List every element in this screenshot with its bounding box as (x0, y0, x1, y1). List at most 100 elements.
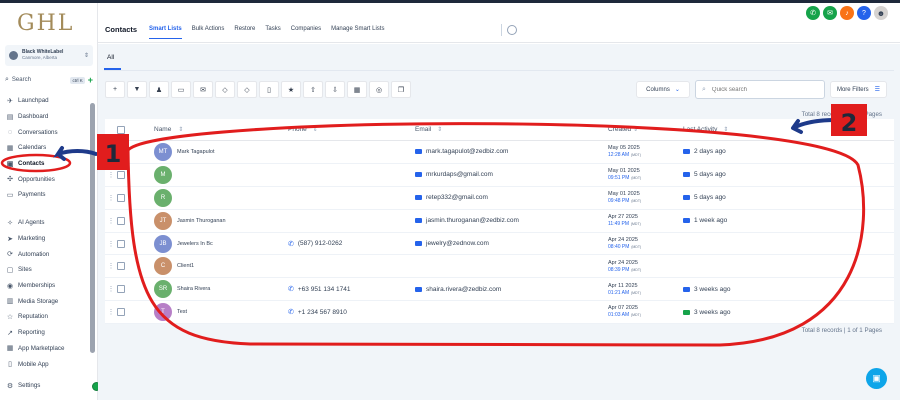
contact-email[interactable]: jasmin.thuroganan@zedbiz.com (426, 217, 519, 224)
sidebar-item-media-storage[interactable]: ▥ Media Storage (0, 293, 90, 309)
tab-bulk-actions[interactable]: Bulk Actions (192, 26, 225, 39)
drag-handle-icon[interactable]: ⋮ (105, 194, 117, 202)
row-checkbox[interactable] (117, 262, 125, 271)
tab-companies[interactable]: Companies (291, 26, 321, 39)
contact-name[interactable]: Jasmin Thuroganan (177, 218, 226, 224)
name-cell[interactable]: R (154, 188, 288, 207)
table-row[interactable]: ⋮ JT Jasmin Thuroganan jasmin.thuroganan@ze… (105, 210, 894, 233)
phone-icon[interactable]: ✆ (806, 6, 820, 20)
tab-tasks[interactable]: Tasks (265, 26, 280, 39)
select-all-checkbox[interactable] (117, 125, 125, 134)
bell-icon[interactable]: ♪ (840, 6, 854, 20)
contact-email[interactable]: jewelry@zednow.com (426, 240, 489, 247)
contact-phone[interactable]: (587) 912-0262 (298, 240, 342, 247)
sidebar-item-mobile-app[interactable]: ▯ Mobile App (0, 356, 90, 372)
filter-button[interactable]: ▼ (127, 81, 147, 98)
merge-button[interactable]: ❐ (391, 81, 411, 98)
drag-handle-icon[interactable]: ⋮ (105, 148, 117, 156)
account-switcher[interactable]: Black WhiteLabel Canmore, Alberta ⇕ (5, 45, 93, 66)
name-cell[interactable]: C Client1 (154, 257, 288, 276)
row-checkbox[interactable] (117, 216, 125, 225)
sidebar-item-marketing[interactable]: ➤ Marketing (0, 231, 90, 247)
sidebar-item-launchpad[interactable]: ✈ Launchpad (0, 93, 90, 109)
name-cell[interactable]: MT Mark Tagapulot (154, 142, 288, 161)
contact-phone[interactable]: +1 234 567 8910 (298, 309, 347, 316)
workflow-button[interactable]: ♟ (149, 81, 169, 98)
sidebar-item-ai-agents[interactable]: ✧ AI Agents (0, 215, 90, 231)
user-avatar[interactable]: ☻ (874, 6, 888, 20)
drag-handle-icon[interactable]: ⋮ (105, 308, 117, 316)
quick-add-icon[interactable]: + (88, 75, 93, 85)
table-row[interactable]: ⋮ T Test ✆ +1 234 567 8910 Apr 07 2025 01:03 A… (105, 301, 894, 325)
tab-all[interactable]: All (107, 54, 114, 61)
name-cell[interactable]: JT Jasmin Thuroganan (154, 211, 288, 230)
sidebar-item-reputation[interactable]: ☆ Reputation (0, 309, 90, 325)
contact-email[interactable]: retep332@gmail.com (426, 194, 488, 201)
tab-restore[interactable]: Restore (234, 26, 255, 39)
more-filters-button[interactable]: More Filters ☰ (830, 81, 887, 98)
contact-name[interactable]: Test (177, 309, 187, 315)
drag-handle-icon[interactable]: ⋮ (105, 240, 117, 248)
sidebar-search[interactable]: ⌕ Search ctrl K + (5, 74, 93, 86)
contact-email[interactable]: mrkurdaps@gmail.com (426, 171, 493, 178)
row-checkbox[interactable] (117, 308, 125, 317)
delete-button[interactable]: ▯ (259, 81, 279, 98)
tab-manage-smart-lists[interactable]: Manage Smart Lists (331, 26, 384, 39)
contact-name[interactable]: Shaira Rivera (177, 286, 210, 292)
columns-button[interactable]: Columns ⌄ (636, 81, 690, 98)
drag-handle-icon[interactable]: ⋮ (105, 285, 117, 293)
contact-email[interactable]: shaira.rivera@zedbiz.com (426, 286, 501, 293)
drag-handle-icon[interactable]: ⋮ (105, 217, 117, 225)
quick-search-box[interactable]: ⌕ (695, 80, 825, 99)
contact-name[interactable]: Jewelers In Bc (177, 241, 213, 247)
sidebar-item-calendars[interactable]: ▦ Calendars (0, 140, 90, 156)
sidebar-item-contacts[interactable]: ▣ Contacts (0, 156, 90, 172)
header-email[interactable]: Email ⇕ (415, 126, 608, 133)
header-created[interactable]: Created ⇕ (608, 126, 683, 134)
contact-name[interactable]: Mark Tagapulot (177, 149, 215, 155)
sidebar-item-opportunities[interactable]: ✣ Opportunities (0, 171, 90, 187)
contact-name[interactable]: Client1 (177, 263, 194, 269)
sidebar-scrollbar[interactable] (90, 103, 95, 353)
row-checkbox[interactable] (117, 147, 125, 156)
sidebar-item-conversations[interactable]: ◌ Conversations (0, 124, 90, 140)
table-row[interactable]: ⋮ MT Mark Tagapulot mark.tagapulot@zedbiz.c… (105, 141, 894, 164)
header-name[interactable]: Name ⇕ (154, 126, 288, 133)
table-row[interactable]: ⋮ Mmrkurdaps@gmail.com May 01 2025 09:51 PM… (105, 164, 894, 187)
table-row[interactable]: ⋮ SR Shaira Rivera ✆ +63 951 134 1741 shaira.… (105, 278, 894, 302)
name-cell[interactable]: SR Shaira Rivera (154, 280, 288, 299)
megaphone-icon[interactable]: ✉ (823, 6, 837, 20)
export-button[interactable]: ⇧ (303, 81, 323, 98)
sidebar-item-memberships[interactable]: ◉ Memberships (0, 278, 90, 294)
import-button[interactable]: ⇩ (325, 81, 345, 98)
settings-gear-icon[interactable] (507, 25, 517, 35)
drag-handle-icon[interactable]: ⋮ (105, 262, 117, 270)
add-opportunity-button[interactable]: ▦ (347, 81, 367, 98)
contact-phone[interactable]: +63 951 134 1741 (298, 286, 351, 293)
sidebar-item-app-marketplace[interactable]: ▦ App Marketplace (0, 341, 90, 357)
sidebar-item-payments[interactable]: ▭ Payments (0, 187, 90, 203)
sidebar-item-reporting[interactable]: ↗ Reporting (0, 325, 90, 341)
add-tag-button[interactable]: ◇ (215, 81, 235, 98)
tab-smart-lists[interactable]: Smart Lists (149, 26, 182, 39)
table-row[interactable]: ⋮ Rretep332@gmail.com May 01 2025 09:48 PM … (105, 187, 894, 210)
sms-button[interactable]: ▭ (171, 81, 191, 98)
quick-search-input[interactable] (711, 86, 812, 93)
drag-handle-icon[interactable]: ⋮ (105, 171, 117, 179)
add-contact-button[interactable]: + (105, 81, 125, 98)
sidebar-item-automation[interactable]: ⟳ Automation (0, 246, 90, 262)
row-checkbox[interactable] (117, 285, 125, 294)
help-icon[interactable]: ? (857, 6, 871, 20)
chat-widget-button[interactable]: ▣ (866, 368, 887, 389)
remove-tag-button[interactable]: ◇ (237, 81, 257, 98)
contact-email[interactable]: mark.tagapulot@zedbiz.com (426, 148, 508, 155)
email-button[interactable]: ✉ (193, 81, 213, 98)
row-checkbox[interactable] (117, 170, 125, 179)
row-checkbox[interactable] (117, 193, 125, 202)
row-checkbox[interactable] (117, 239, 125, 248)
header-phone[interactable]: Phone ⇕ (288, 126, 415, 133)
name-cell[interactable]: T Test (154, 303, 288, 322)
table-row[interactable]: ⋮ JB Jewelers In Bc ✆ (587) 912-0262 jewelry@… (105, 233, 894, 256)
table-row[interactable]: ⋮ C Client1 Apr 24 2025 08:39 PM (MDT) (105, 255, 894, 279)
sidebar-item-settings[interactable]: ⚙ Settings (0, 378, 90, 394)
